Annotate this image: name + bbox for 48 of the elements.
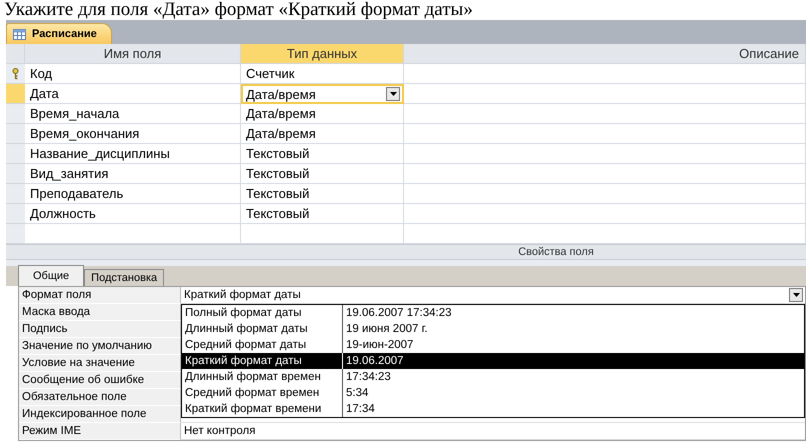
column-header: Тип данных (241, 44, 404, 64)
table-icon (13, 28, 26, 40)
format-option[interactable]: Краткий формат времени 17:34 (182, 401, 804, 417)
row-selector[interactable] (6, 64, 25, 84)
data-type-cell: Счетчик (241, 64, 404, 84)
properties-tab[interactable]: Общие (18, 265, 84, 286)
column-header: Описание (404, 44, 806, 64)
format-option[interactable]: Длинный формат времен 17:34:23 (182, 369, 804, 385)
field-name-cell: Дата (25, 84, 241, 104)
property-label: Формат поля (19, 287, 181, 304)
format-option[interactable]: Средний формат времен 5:34 (182, 385, 804, 401)
table-tab[interactable]: Расписание (6, 23, 112, 44)
property-label: Значение по умолчанию (19, 338, 181, 355)
field-name-cell: Время_начала (25, 104, 241, 124)
property-label: Подпись (19, 321, 181, 338)
property-label: Условие на значение (19, 355, 181, 372)
data-type-cell: Текстовый (241, 184, 404, 204)
format-option[interactable]: Краткий формат даты 19.06.2007 (182, 353, 804, 369)
dropdown-arrow-icon (390, 92, 396, 96)
field-name-cell: Преподаватель (25, 184, 241, 204)
format-option[interactable]: Длинный формат даты 19 июня 2007 г. (182, 321, 804, 337)
property-value-field[interactable]: Нет контроля (181, 423, 805, 440)
property-label: Сообщение об ошибке (19, 372, 181, 389)
property-label: Маска ввода (19, 304, 181, 321)
dropdown-button[interactable] (386, 87, 400, 101)
field-name-cell: Время_окончания (25, 124, 241, 144)
field-name-cell: Должность (25, 204, 241, 224)
data-type-cell: Текстовый (241, 164, 404, 184)
field-name-cell: Код (25, 64, 241, 84)
field-name-cell: Название_дисциплины (25, 144, 241, 164)
dropdown-button[interactable] (789, 288, 803, 302)
format-option[interactable]: Полный формат даты 19.06.2007 17:34:23 (182, 305, 804, 321)
property-label: Обязательное поле (19, 389, 181, 406)
data-type-cell: Текстовый (241, 144, 404, 164)
header-corner (6, 44, 25, 64)
key-icon (12, 68, 19, 80)
property-label: Режим IME (19, 423, 181, 440)
dropdown-arrow-icon (792, 293, 800, 297)
data-type-cell: Текстовый (241, 204, 404, 224)
data-type-cell: Дата/время (241, 104, 404, 124)
instruction-text: Укажите для поля «Дата» формат «Краткий формат даты» (3, 0, 474, 20)
column-header: Имя поля (25, 44, 241, 64)
field-name-cell: Вид_занятия (25, 164, 241, 184)
data-type-cell: Дата/время (241, 124, 404, 144)
data-type-field[interactable]: Дата/время (241, 84, 404, 104)
property-label: Индексированное поле (19, 406, 181, 423)
section-header: Свойства поля (6, 244, 806, 260)
properties-tab[interactable]: Подстановка (84, 269, 164, 286)
